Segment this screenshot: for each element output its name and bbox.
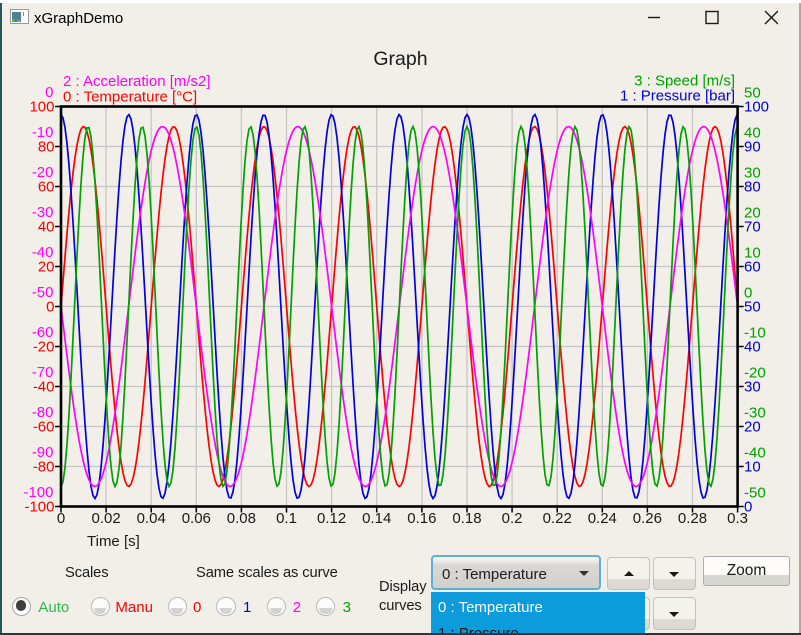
- svg-text:0.26: 0.26: [633, 510, 662, 527]
- svg-text:0.28: 0.28: [678, 510, 707, 527]
- svg-text:-30: -30: [32, 204, 54, 221]
- svg-text:0.08: 0.08: [227, 510, 256, 527]
- svg-text:-10: -10: [32, 124, 54, 141]
- svg-text:-40: -40: [32, 244, 54, 261]
- svg-text:-40: -40: [744, 445, 766, 462]
- svg-text:-90: -90: [32, 444, 54, 461]
- svg-text:40: 40: [744, 125, 761, 142]
- svg-text:80: 80: [38, 139, 55, 156]
- svg-text:0.14: 0.14: [362, 510, 391, 527]
- svg-text:-100: -100: [24, 499, 54, 516]
- svg-text:-100: -100: [23, 484, 53, 501]
- svg-text:20: 20: [38, 259, 55, 276]
- svg-text:0: 0: [57, 510, 65, 527]
- svg-text:-60: -60: [33, 419, 55, 436]
- svg-text:30: 30: [744, 165, 761, 182]
- svg-text:-40: -40: [33, 379, 55, 396]
- svg-text:-20: -20: [33, 339, 55, 356]
- svg-text:10: 10: [744, 245, 761, 262]
- svg-text:0.2: 0.2: [502, 510, 523, 527]
- svg-text:-30: -30: [744, 405, 766, 422]
- svg-text:2 : Acceleration [m/s2]: 2 : Acceleration [m/s2]: [63, 73, 211, 90]
- svg-text:-70: -70: [32, 364, 54, 381]
- svg-text:-80: -80: [33, 459, 55, 476]
- svg-text:-20: -20: [32, 164, 54, 181]
- svg-text:-10: -10: [744, 325, 766, 342]
- svg-text:60: 60: [38, 179, 55, 196]
- svg-text:100: 100: [29, 99, 54, 116]
- svg-text:-50: -50: [32, 284, 54, 301]
- svg-text:0.04: 0.04: [137, 510, 166, 527]
- svg-text:50: 50: [744, 85, 761, 102]
- svg-text:0.02: 0.02: [91, 510, 120, 527]
- svg-text:-20: -20: [744, 365, 766, 382]
- svg-text:0: 0: [45, 84, 53, 101]
- svg-text:0.24: 0.24: [588, 510, 617, 527]
- svg-text:0.16: 0.16: [407, 510, 436, 527]
- svg-text:0 : Temperature [°C]: 0 : Temperature [°C]: [63, 89, 197, 106]
- svg-text:-60: -60: [32, 324, 54, 341]
- svg-text:0.1: 0.1: [276, 510, 297, 527]
- svg-text:0.06: 0.06: [182, 510, 211, 527]
- svg-text:0.3: 0.3: [727, 510, 748, 527]
- svg-text:0: 0: [744, 285, 752, 302]
- svg-text:0.18: 0.18: [452, 510, 481, 527]
- svg-text:0.12: 0.12: [317, 510, 346, 527]
- svg-text:0: 0: [46, 299, 54, 316]
- svg-text:40: 40: [38, 219, 55, 236]
- svg-text:0.22: 0.22: [543, 510, 572, 527]
- svg-text:-80: -80: [32, 404, 54, 421]
- svg-text:Time [s]: Time [s]: [87, 533, 140, 550]
- svg-text:-50: -50: [744, 485, 766, 502]
- svg-text:1 : Pressure [bar]: 1 : Pressure [bar]: [620, 88, 735, 105]
- svg-text:20: 20: [744, 205, 761, 222]
